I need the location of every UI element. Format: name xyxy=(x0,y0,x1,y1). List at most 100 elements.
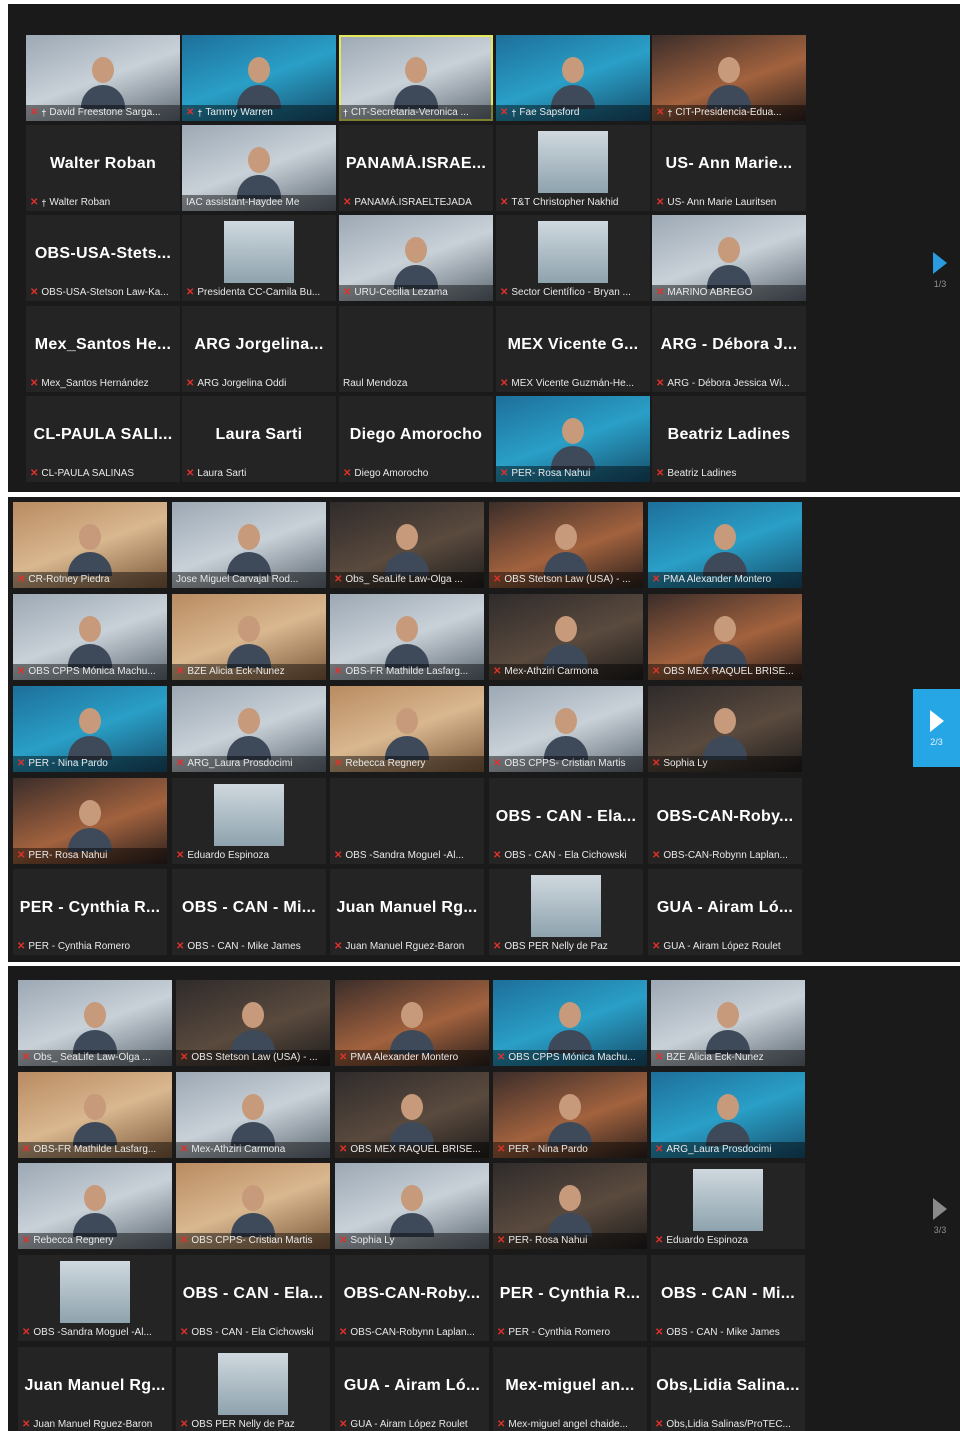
participant-tile[interactable]: ✕ OBS -Sandra Moguel -Al... xyxy=(330,778,484,864)
participant-tile[interactable]: ✕ Obs_ SeaLife Law-Olga ... xyxy=(18,980,172,1066)
participant-tile[interactable]: ✕ Mex-Athziri Carmona xyxy=(176,1072,330,1158)
participant-tile[interactable]: PER - Cynthia R... ✕ PER - Cynthia Romero xyxy=(493,1255,647,1341)
participant-display-name: Juan Manuel Rg... xyxy=(336,899,478,916)
participant-tile[interactable]: IAC assistant-Haydee Me xyxy=(182,125,336,211)
participant-name-label: ✕ Mex-Athziri Carmona xyxy=(489,664,643,680)
participant-tile[interactable]: Mex-miguel an... ✕ Mex-miguel angel chaide… xyxy=(493,1347,647,1431)
participant-tile[interactable]: ✕ URU-Cecilia Lezama xyxy=(339,215,493,301)
participant-tile[interactable]: ✕ OBS Stetson Law (USA) - ... xyxy=(489,502,643,588)
participant-tile[interactable]: ✕ Mex-Athziri Carmona xyxy=(489,594,643,680)
participant-tile[interactable]: US- Ann Marie... ✕ US- Ann Marie Lauritsen xyxy=(652,125,806,211)
participant-tile[interactable]: ✕ OBS MEX RAQUEL BRISE... xyxy=(648,594,802,680)
participant-tile[interactable]: ✕ PER - Nina Pardo xyxy=(13,686,167,772)
participant-tile[interactable]: MEX Vicente G... ✕ MEX Vicente Guzmán-He..… xyxy=(496,306,650,392)
participant-name: Obs_ SeaLife Law-Olga ... xyxy=(345,574,463,585)
participant-tile[interactable]: GUA - Airam Ló... ✕ GUA - Airam López Roul… xyxy=(335,1347,489,1431)
participant-video-feed xyxy=(707,57,751,109)
next-page-button[interactable]: 3/3 xyxy=(920,1186,960,1246)
participant-tile[interactable]: ✕ Rebecca Regnery xyxy=(18,1163,172,1249)
participant-tile[interactable]: ✕ PMA Alexander Montero xyxy=(648,502,802,588)
participant-name: Sophia Ly xyxy=(663,758,708,769)
participant-tile[interactable]: ✕ Sophia Ly xyxy=(335,1163,489,1249)
participant-tile[interactable]: ✕ Eduardo Espinoza xyxy=(651,1163,805,1249)
participant-tile[interactable]: ✕ OBS CPPS Mónica Machu... xyxy=(13,594,167,680)
participant-tile[interactable]: Jose Miguel Carvajal Rod... xyxy=(172,502,326,588)
participant-tile[interactable]: ✕ BZE Alicia Eck-Nunez xyxy=(172,594,326,680)
participant-tile[interactable]: ARG - Débora J... ✕ ARG - Débora Jessica W… xyxy=(652,306,806,392)
participant-tile[interactable]: Juan Manuel Rg... ✕ Juan Manuel Rguez-Baro… xyxy=(18,1347,172,1431)
participant-tile[interactable]: ✕ Sophia Ly xyxy=(648,686,802,772)
participant-tile[interactable]: ✕ CR-Rotney Piedra xyxy=(13,502,167,588)
participant-tile[interactable]: Raul Mendoza xyxy=(339,306,493,392)
participant-tile[interactable]: ✕ OBS PER Nelly de Paz xyxy=(176,1347,330,1431)
participant-tile[interactable]: ✕ † CIT-Presidencia-Edua... xyxy=(652,35,806,121)
participant-tile[interactable]: ARG Jorgelina... ✕ ARG Jorgelina Oddi xyxy=(182,306,336,392)
participant-tile[interactable]: Obs,Lidia Salina... ✕ Obs,Lidia Salinas/Pr… xyxy=(651,1347,805,1431)
microphone-muted-icon: ✕ xyxy=(655,1327,664,1338)
participant-tile[interactable]: Beatriz Ladines ✕ Beatriz Ladines xyxy=(652,396,806,482)
participant-tile[interactable]: ✕ † Fae Sapsford xyxy=(496,35,650,121)
participant-name: Beatriz Ladines xyxy=(667,468,737,479)
participant-name-label: ✕ OBS PER Nelly de Paz xyxy=(176,1417,330,1431)
participant-tile[interactable]: ✕ Rebecca Regnery xyxy=(330,686,484,772)
participant-tile[interactable]: ✕ ARG_Laura Prosdocimi xyxy=(172,686,326,772)
participant-display-name: PANAMÁ.ISRAE... xyxy=(345,155,487,172)
participant-tile[interactable]: Walter Roban ✕ † Walter Roban xyxy=(26,125,180,211)
participant-display-name: GUA - Airam Ló... xyxy=(343,1377,481,1394)
participant-tile[interactable]: OBS - CAN - Mi... ✕ OBS - CAN - Mike James xyxy=(651,1255,805,1341)
participant-tile[interactable]: ✕ † Tammy Warren xyxy=(182,35,336,121)
participant-tile[interactable]: ✕ OBS-FR Mathilde Lasfarg... xyxy=(330,594,484,680)
participant-name-label: ✕ PER - Cynthia Romero xyxy=(493,1325,647,1341)
participant-tile[interactable]: ✕ PER- Rosa Nahui xyxy=(496,396,650,482)
participant-tile[interactable]: Laura Sarti ✕ Laura Sarti xyxy=(182,396,336,482)
participant-video-feed xyxy=(706,1002,750,1054)
participant-tile[interactable]: ✕ Sector Científico - Bryan ... xyxy=(496,215,650,301)
participant-tile[interactable]: OBS-CAN-Roby... ✕ OBS-CAN-Robynn Laplan... xyxy=(648,778,802,864)
participant-name-label: ✕ Juan Manuel Rguez-Baron xyxy=(330,939,484,955)
participant-tile[interactable]: OBS - CAN - Mi... ✕ OBS - CAN - Mike James xyxy=(172,869,326,955)
participant-tile[interactable]: ✕ OBS CPPS- Cristian Martis xyxy=(489,686,643,772)
participant-tile[interactable]: ✕ OBS MEX RAQUEL BRISE... xyxy=(335,1072,489,1158)
participant-tile[interactable]: OBS-CAN-Roby... ✕ OBS-CAN-Robynn Laplan... xyxy=(335,1255,489,1341)
participant-tile[interactable]: CL-PAULA SALI... ✕ CL-PAULA SALINAS xyxy=(26,396,180,482)
participant-tile[interactable]: ✕ Presidenta CC-Camila Bu... xyxy=(182,215,336,301)
participant-tile[interactable]: ✕ OBS Stetson Law (USA) - ... xyxy=(176,980,330,1066)
participant-tile[interactable]: ✕ PMA Alexander Montero xyxy=(335,980,489,1066)
participant-tile[interactable]: Diego Amorocho ✕ Diego Amorocho xyxy=(339,396,493,482)
participant-name-label: ✕ MARINO ABREGO xyxy=(652,285,806,301)
participant-tile[interactable]: ✕ Obs_ SeaLife Law-Olga ... xyxy=(330,502,484,588)
microphone-muted-icon: ✕ xyxy=(493,574,502,585)
participant-video-feed xyxy=(68,708,112,760)
participant-video-feed xyxy=(227,708,271,760)
next-page-button[interactable]: 2/3 xyxy=(913,689,960,767)
participant-tile[interactable]: ✕ T&T Christopher Nakhid xyxy=(496,125,650,211)
participant-tile[interactable]: ✕ † David Freestone Sarga... xyxy=(26,35,180,121)
participant-tile[interactable]: ✕ PER- Rosa Nahui xyxy=(13,778,167,864)
participant-tile[interactable]: ✕ ARG_Laura Prosdocimi xyxy=(651,1072,805,1158)
participant-tile[interactable]: ✕ BZE Alicia Eck-Nunez xyxy=(651,980,805,1066)
participant-tile[interactable]: OBS-USA-Stets... ✕ OBS-USA-Stetson Law-Ka.… xyxy=(26,215,180,301)
next-page-button[interactable]: 1/3 xyxy=(920,240,960,300)
participant-tile[interactable]: ✕ OBS PER Nelly de Paz xyxy=(489,869,643,955)
participant-tile[interactable]: ✕ MARINO ABREGO xyxy=(652,215,806,301)
participant-tile[interactable]: ✕ OBS -Sandra Moguel -Al... xyxy=(18,1255,172,1341)
participant-tile[interactable]: ✕ OBS-FR Mathilde Lasfarg... xyxy=(18,1072,172,1158)
participant-tile[interactable]: GUA - Airam Ló... ✕ GUA - Airam López Roul… xyxy=(648,869,802,955)
participant-tile[interactable]: ✕ OBS CPPS- Cristian Martis xyxy=(176,1163,330,1249)
participant-tile[interactable]: ✕ PER- Rosa Nahui xyxy=(493,1163,647,1249)
participant-tile[interactable]: PANAMÁ.ISRAE... ✕ PANAMÁ.ISRAELTEJADA xyxy=(339,125,493,211)
participant-name-label: ✕ OBS-CAN-Robynn Laplan... xyxy=(648,848,802,864)
chevron-right-icon xyxy=(929,709,944,732)
participant-tile[interactable]: PER - Cynthia R... ✕ PER - Cynthia Romero xyxy=(13,869,167,955)
participant-tile[interactable]: Juan Manuel Rg... ✕ Juan Manuel Rguez-Baro… xyxy=(330,869,484,955)
participant-tile[interactable]: † CIT-Secretaria-Veronica ... xyxy=(339,35,493,121)
participant-tile[interactable]: Mex_Santos He... ✕ Mex_Santos Hernández xyxy=(26,306,180,392)
participant-tile[interactable]: ✕ Eduardo Espinoza xyxy=(172,778,326,864)
participant-tile[interactable]: OBS - CAN - Ela... ✕ OBS - CAN - Ela Cicho… xyxy=(176,1255,330,1341)
participant-tile[interactable]: OBS - CAN - Ela... ✕ OBS - CAN - Ela Cicho… xyxy=(489,778,643,864)
participant-name-label: ✕ PER- Rosa Nahui xyxy=(13,848,167,864)
microphone-muted-icon: ✕ xyxy=(334,850,343,861)
participant-tile[interactable]: ✕ OBS CPPS Mónica Machu... xyxy=(493,980,647,1066)
microphone-muted-icon: ✕ xyxy=(30,197,39,208)
participant-tile[interactable]: ✕ PER - Nina Pardo xyxy=(493,1072,647,1158)
